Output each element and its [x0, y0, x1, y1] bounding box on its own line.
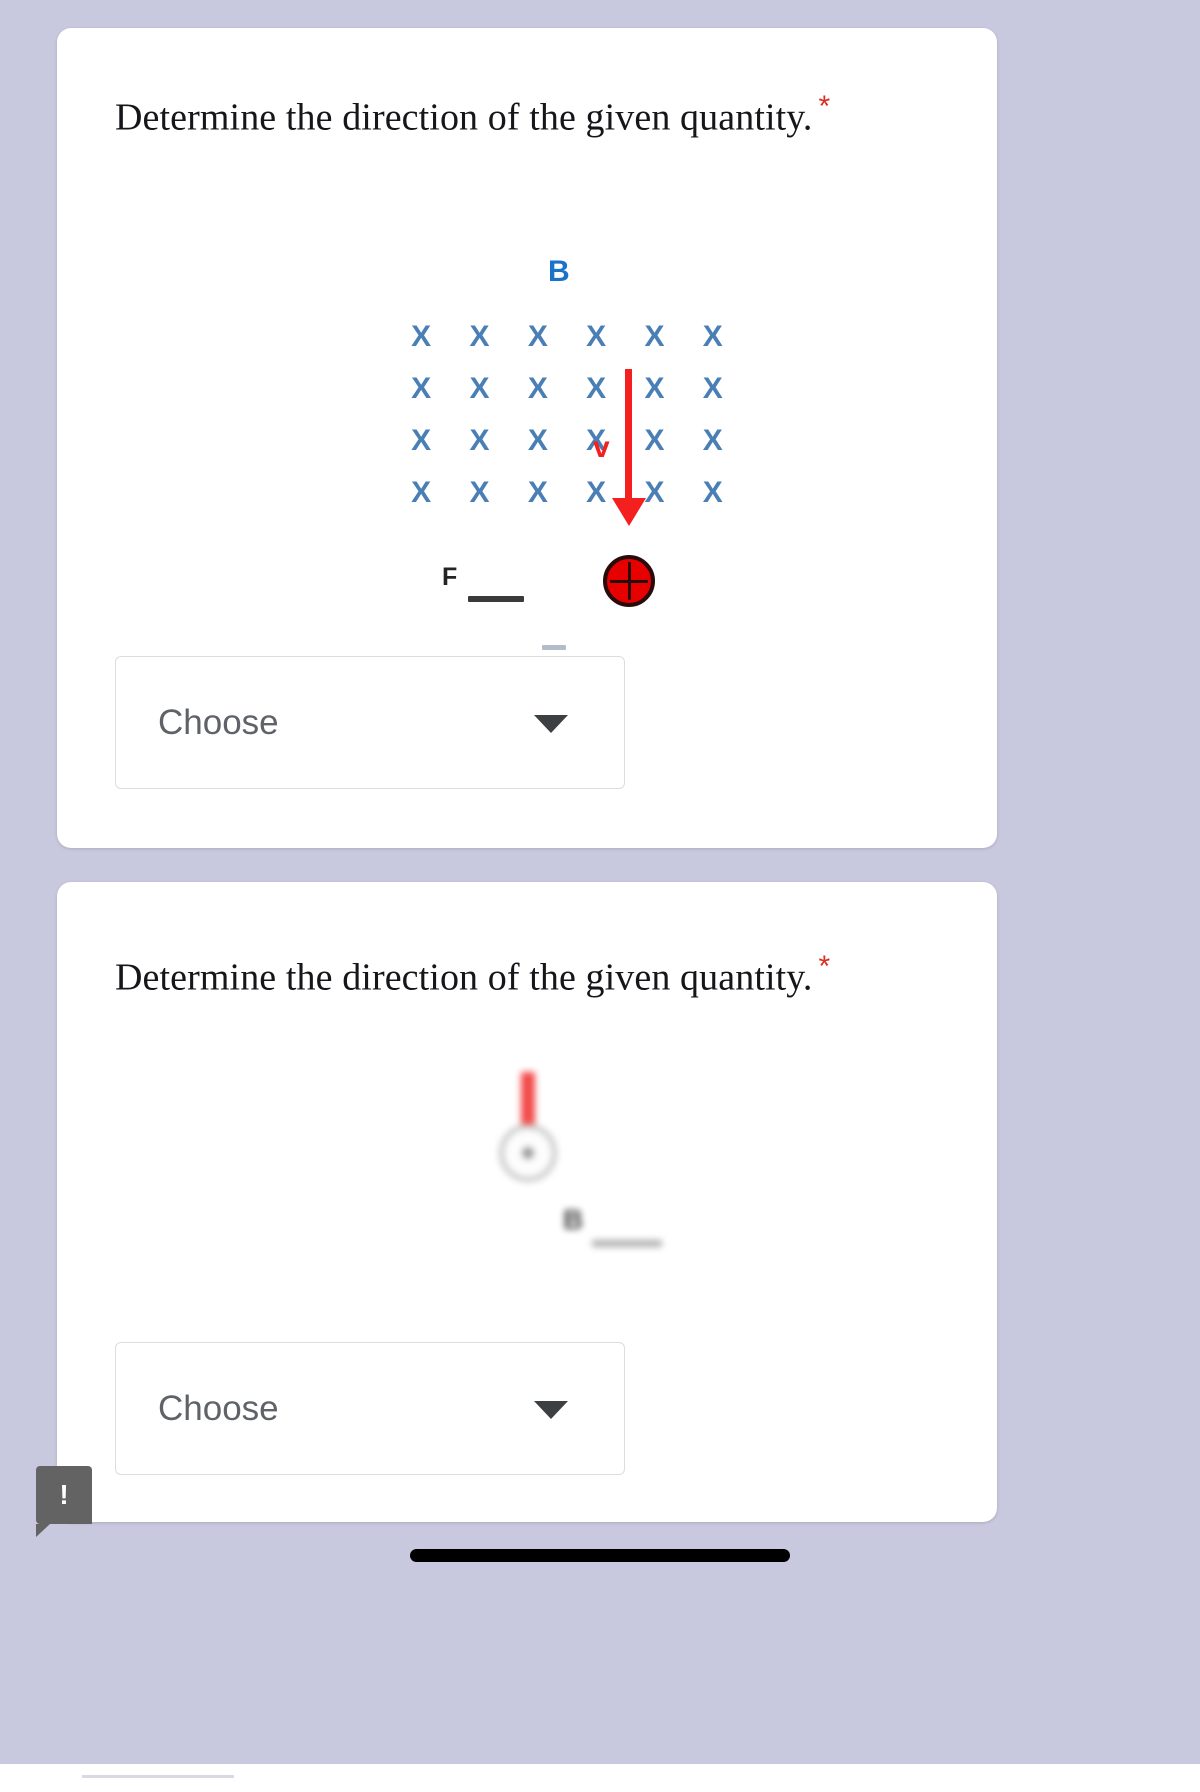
field-x-icon: X — [586, 320, 607, 353]
home-indicator[interactable] — [410, 1549, 790, 1562]
field-x-icon: X — [644, 424, 665, 457]
field-x-icon: X — [469, 476, 490, 509]
field-x-icon: X — [411, 320, 432, 353]
field-x-icon: X — [586, 372, 607, 405]
field-grid-row: X X X X X X — [392, 415, 742, 467]
positive-charge-icon — [603, 555, 655, 607]
chevron-down-icon[interactable] — [534, 1400, 568, 1419]
page-title: Determine the direction of the given qua… — [115, 950, 830, 1000]
field-x-icon: X — [702, 320, 723, 353]
field-answer-blank — [592, 1240, 662, 1247]
field-x-icon: X — [411, 372, 432, 405]
field-x-icon: X — [527, 372, 548, 405]
question-card-1: Determine the direction of the given qua… — [57, 28, 997, 848]
field-grid-row: X X X X X X — [392, 311, 742, 363]
field-x-icon: X — [702, 372, 723, 405]
field-x-icon: X — [469, 424, 490, 457]
field-x-icon: X — [411, 476, 432, 509]
required-asterisk: * — [818, 950, 831, 983]
field-grid-row: X X X X X X — [392, 363, 742, 415]
field-x-icon: X — [644, 320, 665, 353]
current-arrow-icon — [521, 1072, 535, 1130]
magnetic-field-diagram: B X X X X X X X X X X X X X X X X X X X … — [337, 233, 757, 663]
velocity-arrow-shaft — [625, 369, 632, 504]
field-x-icon: X — [702, 476, 723, 509]
field-grid-row: X X X X X X — [392, 467, 742, 519]
field-x-icon: X — [644, 372, 665, 405]
field-label-b: B — [548, 255, 570, 288]
exclamation-icon: ! — [59, 1479, 69, 1510]
force-label-f: F — [442, 563, 458, 591]
question-title-text: Determine the direction of the given qua… — [115, 956, 813, 999]
page-root: Determine the direction of the given qua… — [0, 0, 1200, 1792]
bottom-strip — [0, 1764, 1200, 1792]
choose-dropdown-2[interactable]: Choose — [115, 1342, 625, 1475]
required-asterisk: * — [818, 90, 831, 123]
field-x-icon: X — [527, 320, 548, 353]
notification-badge-tail — [36, 1524, 50, 1537]
blurred-field-diagram: B — [437, 1062, 737, 1292]
choose-dropdown-1[interactable]: Choose — [115, 656, 625, 789]
field-x-icon: X — [469, 320, 490, 353]
bottom-strip-line — [82, 1775, 234, 1778]
field-x-icon: X — [527, 424, 548, 457]
page-title: Determine the direction of the given qua… — [115, 90, 830, 140]
velocity-arrow-head-icon — [612, 498, 646, 526]
force-answer-blank-secondary — [542, 645, 566, 650]
charge-dot-icon — [522, 1147, 534, 1159]
field-x-icon: X — [469, 372, 490, 405]
field-x-icon: X — [411, 424, 432, 457]
dropdown-value: Choose — [158, 1388, 279, 1428]
field-x-icon: X — [527, 476, 548, 509]
velocity-label-v: v — [593, 431, 610, 464]
notification-badge[interactable]: ! — [36, 1466, 92, 1524]
question-title-text: Determine the direction of the given qua… — [115, 96, 813, 139]
chevron-down-icon[interactable] — [534, 714, 568, 733]
field-label-b: B — [563, 1204, 584, 1235]
field-x-grid: X X X X X X X X X X X X X X X X X X X X … — [392, 311, 742, 519]
field-x-icon: X — [702, 424, 723, 457]
force-answer-blank — [468, 596, 524, 602]
dropdown-value: Choose — [158, 702, 279, 742]
question-card-2: Determine the direction of the given qua… — [57, 882, 997, 1522]
